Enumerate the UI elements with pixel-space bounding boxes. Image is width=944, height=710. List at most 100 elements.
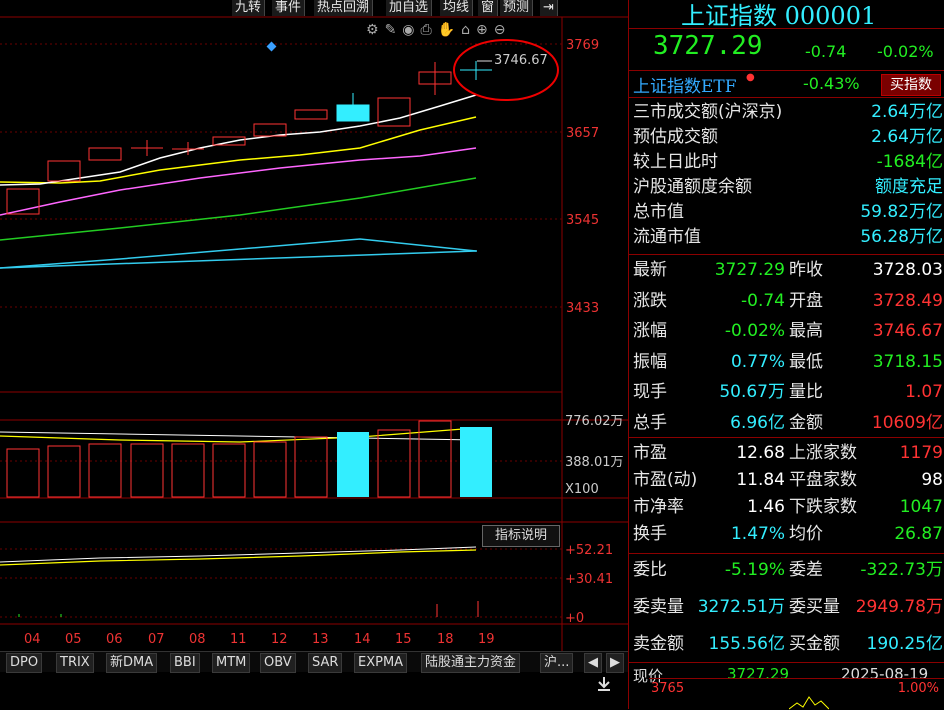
tab-obv[interactable]: OBV — [260, 653, 296, 673]
date-tick: 08 — [189, 632, 206, 647]
tab-mtm[interactable]: MTM — [212, 653, 251, 673]
settings-icon[interactable]: ⚙ — [366, 22, 385, 38]
order-row: 卖金额 155.56亿 买金额 190.25亿 — [633, 632, 943, 657]
indicator-axis: +52.21 +30.41 +0 — [565, 543, 613, 626]
volume-bar — [377, 429, 411, 498]
valuation-row: 换手 1.47% 均价 26.87 — [633, 522, 943, 547]
quote-value: -0.74 — [741, 290, 785, 311]
buy-index-button[interactable]: 买指数 — [881, 74, 941, 96]
volume-bar — [6, 448, 40, 498]
valuation-label: 市净率 — [633, 497, 684, 517]
etf-link[interactable]: 上证指数ETF — [633, 72, 737, 97]
stat-label: 预估成交额 — [633, 127, 718, 147]
zoom-in-icon[interactable]: ⊕ — [476, 22, 494, 38]
tab-northbound-flow[interactable]: 陆股通主力资金 — [421, 653, 521, 673]
valuation-label: 市盈(动) — [633, 470, 698, 490]
quote-label: 最低 — [789, 351, 823, 372]
quote-row: 涨跌 -0.74 开盘 3728.49 — [633, 289, 943, 314]
valuation-value: 1179 — [899, 443, 943, 463]
candle — [336, 104, 370, 122]
stat-row: 较上日此时 -1684亿 — [633, 150, 943, 175]
order-row: 委比 -5.19% 委差 -322.73万 — [633, 558, 943, 583]
volume-bar — [212, 443, 246, 498]
volume-bar — [130, 443, 164, 498]
stat-value: 2.64万亿 — [871, 127, 943, 147]
stat-row: 流通市值 56.28万亿 — [633, 225, 943, 250]
valuation-label: 上涨家数 — [789, 443, 857, 463]
kline-chart[interactable]: 3769 3657 3545 3433 776.02万 388.01万 X100… — [0, 0, 628, 709]
stat-label: 沪股通额度余额 — [633, 177, 752, 197]
date-tick: 19 — [478, 632, 495, 647]
quote-value: 0.77% — [730, 351, 785, 372]
scroll-left-icon[interactable]: ◀ — [584, 653, 602, 673]
eye-icon[interactable]: ◉ — [402, 22, 420, 38]
tab-dpo[interactable]: DPO — [6, 653, 43, 673]
ma5-line — [0, 94, 477, 186]
volume-bars — [0, 420, 492, 498]
events-button[interactable]: 事件 — [272, 0, 306, 16]
valuation-value: 12.68 — [736, 443, 785, 463]
jiuzhuan-button[interactable]: 九转 — [232, 0, 266, 16]
order-label: 委差 — [789, 560, 823, 580]
forecast-button[interactable]: 预测 — [500, 0, 534, 16]
date-tick: 06 — [106, 632, 123, 647]
volume-bar — [253, 441, 287, 498]
volume-bar — [337, 432, 369, 497]
print-icon[interactable]: ⎙ — [421, 22, 438, 38]
ma30-line — [0, 177, 477, 241]
order-value: 190.25亿 — [866, 634, 943, 654]
indicator-explain-button[interactable]: 指标说明 — [482, 525, 560, 547]
indicator-bars — [18, 601, 479, 617]
tab-expma[interactable]: EXPMA — [354, 653, 408, 673]
quote-row: 最新 3727.29 昨收 3728.03 — [633, 258, 943, 283]
valuation-label: 均价 — [789, 524, 823, 544]
stat-row: 预估成交额 2.64万亿 — [633, 125, 943, 150]
volume-bar — [460, 427, 492, 497]
pen-icon[interactable]: ✎ — [385, 22, 403, 38]
tab-more[interactable]: 沪... — [540, 653, 574, 673]
date-tick: 18 — [437, 632, 454, 647]
lock-icon[interactable]: ⌂ — [461, 22, 476, 38]
hotspot-review-button[interactable]: 热点回溯 — [314, 0, 374, 16]
price-axis: 3769 3657 3545 3433 — [566, 38, 599, 316]
valuation-value: 1.47% — [730, 524, 785, 544]
order-value: -5.19% — [724, 560, 785, 580]
zoom-out-icon[interactable]: ⊖ — [494, 22, 512, 38]
scroll-right-icon[interactable]: ▶ — [606, 653, 624, 673]
tab-trix[interactable]: TRIX — [56, 653, 94, 673]
price-tick: 3433 — [566, 301, 599, 316]
quote-row: 总手 6.96亿 金额 10609亿 — [633, 411, 943, 436]
date-tick: 13 — [312, 632, 329, 647]
order-value: -322.73万 — [860, 560, 943, 580]
hand-icon[interactable]: ✋ — [438, 22, 461, 38]
tab-sar[interactable]: SAR — [308, 653, 343, 673]
valuation-value: 1.46 — [747, 497, 785, 517]
window-button[interactable]: 窗 — [478, 0, 499, 16]
quote-label: 最新 — [633, 260, 667, 280]
quote-label: 振幅 — [633, 351, 667, 372]
stat-value: 2.64万亿 — [871, 102, 943, 122]
quote-label: 涨跌 — [633, 290, 667, 311]
add-watchlist-button[interactable]: 加自选 — [386, 0, 433, 16]
chart-tools: ⚙✎◉⎙✋⌂⊕⊖ — [366, 22, 512, 38]
quote-panel: 上证指数 000001 3727.29 -0.74 -0.02% 上证指数ETF… — [628, 0, 944, 710]
quote-label: 涨幅 — [633, 321, 667, 341]
quote-label: 昨收 — [789, 260, 823, 280]
exit-icon[interactable]: ⇥ — [540, 0, 558, 16]
ma-button[interactable]: 均线 — [440, 0, 474, 16]
volume-bar — [47, 445, 81, 498]
stat-value: -1684亿 — [876, 152, 943, 172]
order-label: 买金额 — [789, 634, 840, 654]
price-change: -0.74 — [805, 42, 847, 61]
tab-dma[interactable]: 新DMA — [106, 653, 158, 673]
stat-label: 总市值 — [633, 202, 684, 222]
order-label: 委比 — [633, 560, 667, 580]
quote-value: 50.67万 — [719, 382, 785, 402]
download-icon[interactable] — [598, 677, 610, 691]
stat-row: 沪股通额度余额 额度充足 — [633, 175, 943, 200]
quote-value: -0.02% — [724, 321, 785, 341]
order-value: 2949.78万 — [855, 597, 943, 617]
tab-bbi[interactable]: BBI — [170, 653, 200, 673]
quote-value: 3718.15 — [872, 351, 943, 372]
mini-chart[interactable]: 3765 1.00% — [649, 678, 944, 710]
